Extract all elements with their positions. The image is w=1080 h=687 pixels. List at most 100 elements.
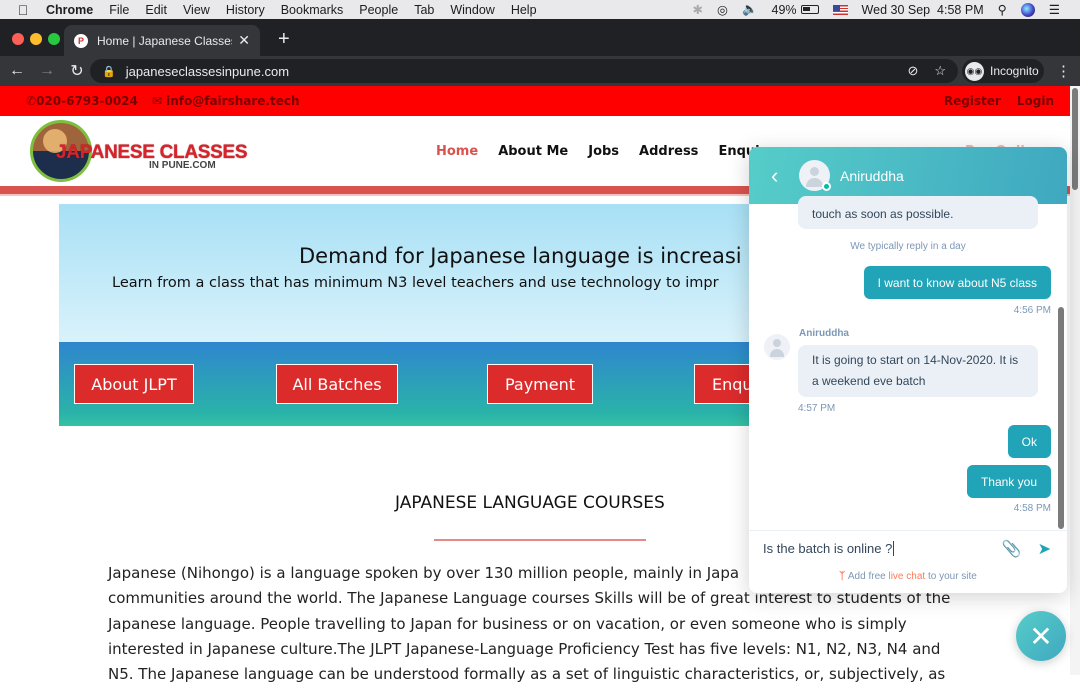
agent-sender-label: Aniruddha <box>799 328 849 339</box>
chat-message-input[interactable]: Is the batch is online ? 📎 ➤ <box>749 530 1067 566</box>
phone-number: 020-6793-0024 <box>36 94 138 108</box>
volume-icon[interactable]: 🔈 <box>742 2 758 17</box>
menu-edit[interactable]: Edit <box>145 3 167 17</box>
message-timestamp: 4:57 PM <box>798 403 836 414</box>
bluetooth-icon[interactable]: ✱ <box>693 2 703 17</box>
message-timestamp: 4:58 PM <box>1013 503 1051 514</box>
url-text[interactable]: japaneseclassesinpune.com <box>126 64 289 79</box>
chat-back-chevron-icon[interactable]: ‹ <box>771 163 791 189</box>
nav-about-me[interactable]: About Me <box>498 144 568 159</box>
visitor-message: I want to know about N5 class <box>863 266 1051 299</box>
attachment-paperclip-icon[interactable]: 📎 <box>1002 539 1022 559</box>
window-close-button[interactable] <box>12 33 24 45</box>
chat-message-list[interactable]: touch as soon as possible. We typically … <box>749 196 1067 530</box>
reply-time-note: We typically reply in a day <box>850 241 966 252</box>
footer-text: Add free <box>847 571 889 582</box>
menu-view[interactable]: View <box>183 3 210 17</box>
nav-home[interactable]: Home <box>436 144 478 159</box>
section-title-underline <box>434 539 646 541</box>
browser-toolbar: ← → ↻ 🔒 japaneseclassesinpune.com ⊘ ☆ ◉◉… <box>0 56 1080 86</box>
login-link[interactable]: Login <box>1017 94 1054 108</box>
address-bar[interactable]: 🔒 japaneseclassesinpune.com ⊘ ☆ <box>90 59 958 83</box>
browser-tab-strip: P Home | Japanese Classes in Pu ✕ + <box>0 19 1080 56</box>
clock[interactable]: Wed 30 Sep 4:58 PM <box>862 3 984 17</box>
airplay-icon[interactable]: ◎ <box>717 2 728 17</box>
chrome-menu-icon[interactable]: ⋮ <box>1056 62 1071 80</box>
menu-people[interactable]: People <box>359 3 398 17</box>
email-address: info@fairshare.tech <box>166 94 300 108</box>
new-tab-button[interactable]: + <box>278 29 290 49</box>
menu-window[interactable]: Window <box>450 3 494 17</box>
live-chat-link[interactable]: live chat <box>888 571 925 582</box>
menu-history[interactable]: History <box>226 3 265 17</box>
agent-message-line: a weekend eve batch <box>812 374 926 388</box>
agent-message-line: It is going to start on 14-Nov-2020. It … <box>812 353 1019 367</box>
input-source-flag-icon[interactable] <box>832 4 848 15</box>
body-line: Japanese language. People travelling to … <box>108 614 907 633</box>
about-jlpt-button[interactable]: About JLPT <box>74 364 194 404</box>
chat-launcher-close-button[interactable]: ✕ <box>1016 611 1066 661</box>
text-caret <box>893 541 895 556</box>
site-favicon-icon: P <box>74 33 88 48</box>
online-status-dot <box>822 182 831 191</box>
window-zoom-button[interactable] <box>48 33 60 45</box>
agent-message: It is going to start on 14-Nov-2020. It … <box>798 345 1038 397</box>
register-link[interactable]: Register <box>944 94 1001 108</box>
all-batches-button[interactable]: All Batches <box>276 364 398 404</box>
agent-avatar-small <box>764 334 790 360</box>
reload-button[interactable]: ↻ <box>64 61 90 81</box>
incognito-profile-button[interactable]: ◉◉ Incognito <box>962 59 1044 83</box>
message-timestamp: 4:56 PM <box>1013 305 1051 316</box>
tab-title: Home | Japanese Classes in Pu <box>97 33 232 48</box>
nav-jobs[interactable]: Jobs <box>588 144 619 159</box>
footer-text: to your site <box>925 571 977 582</box>
chat-widget: ‹ Aniruddha touch as soon as possible. W… <box>749 147 1067 593</box>
menu-file[interactable]: File <box>109 3 129 17</box>
battery-icon <box>800 5 819 14</box>
visitor-message: Ok <box>1007 425 1051 458</box>
envelope-icon: ✉ <box>151 94 167 108</box>
chat-scrollbar-thumb[interactable] <box>1058 307 1064 529</box>
menu-bookmarks[interactable]: Bookmarks <box>281 3 344 17</box>
hero-subtitle: Learn from a class that has minimum N3 l… <box>112 275 719 291</box>
battery-percent: 49% <box>771 2 797 17</box>
send-paper-plane-icon[interactable]: ➤ <box>1038 539 1051 559</box>
nav-address[interactable]: Address <box>639 144 698 159</box>
tab-close-icon[interactable]: ✕ <box>238 32 250 49</box>
phone-contact[interactable]: ✆020-6793-0024 <box>26 94 138 108</box>
email-contact[interactable]: ✉ info@fairshare.tech <box>152 94 300 108</box>
apple-icon[interactable]:  <box>0 2 46 18</box>
window-minimize-button[interactable] <box>30 33 42 45</box>
spotlight-search-icon[interactable]: ⚲ <box>998 2 1007 17</box>
forward-button[interactable]: → <box>34 62 60 80</box>
phone-icon: ✆ <box>26 94 37 108</box>
close-icon: ✕ <box>1029 620 1053 652</box>
menu-tab[interactable]: Tab <box>414 3 434 17</box>
visitor-message: Thank you <box>966 465 1051 498</box>
menu-help[interactable]: Help <box>511 3 537 17</box>
main-nav: Home About Me Jobs Address Enquiry <box>436 144 794 159</box>
menu-app-name[interactable]: Chrome <box>46 3 93 17</box>
siri-icon[interactable] <box>1020 2 1035 17</box>
payment-button[interactable]: Payment <box>487 364 593 404</box>
agent-name: Aniruddha <box>840 167 904 184</box>
battery-status[interactable]: 49% <box>772 3 819 17</box>
hero-title: Demand for Japanese language is increasi <box>299 244 742 268</box>
notification-center-icon[interactable]: ☰ <box>1049 2 1060 17</box>
agent-avatar <box>799 160 831 191</box>
browser-tab-active[interactable]: P Home | Japanese Classes in Pu ✕ <box>64 25 260 56</box>
logo-subtitle[interactable]: IN PUNE.COM <box>149 160 216 171</box>
page-scrollbar-thumb[interactable] <box>1072 88 1078 190</box>
section-title: JAPANESE LANGUAGE COURSES <box>395 493 665 513</box>
chat-input-value[interactable]: Is the batch is online ? <box>763 541 892 556</box>
lock-icon[interactable]: 🔒 <box>102 65 116 78</box>
chat-branding-footer[interactable]: ᛉ Add free live chat to your site <box>749 571 1067 582</box>
hero-banner: Demand for Japanese language is increasi… <box>59 204 759 426</box>
page-scrollbar[interactable] <box>1070 86 1080 675</box>
tracking-blocked-eye-icon[interactable]: ⊘ <box>907 63 918 79</box>
macos-menubar:  Chrome File Edit View History Bookmark… <box>0 0 1080 19</box>
agent-message: touch as soon as possible. <box>798 196 1038 229</box>
bookmark-star-icon[interactable]: ☆ <box>934 63 946 79</box>
back-button[interactable]: ← <box>4 62 30 80</box>
site-top-bar: ✆020-6793-0024 ✉ info@fairshare.tech Reg… <box>0 86 1070 116</box>
